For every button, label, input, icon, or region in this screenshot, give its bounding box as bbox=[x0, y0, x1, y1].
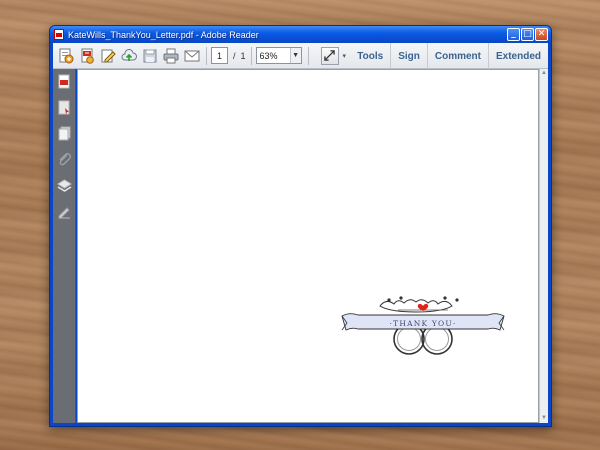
title-bar[interactable]: KateWills_ThankYou_Letter.pdf - Adobe Re… bbox=[50, 26, 551, 43]
signatures-icon[interactable] bbox=[57, 204, 72, 219]
close-icon: ✕ bbox=[537, 29, 546, 39]
cloud-upload-icon[interactable] bbox=[120, 47, 137, 64]
page-number-input[interactable]: 1 bbox=[211, 47, 228, 64]
tools-button[interactable]: Tools bbox=[348, 43, 390, 69]
toolbar-separator bbox=[206, 46, 207, 65]
adobe-pdf-app-icon bbox=[54, 29, 64, 40]
maximize-button[interactable]: □ bbox=[521, 28, 534, 41]
save-icon[interactable] bbox=[141, 47, 158, 64]
minimize-button[interactable]: _ bbox=[507, 28, 520, 41]
chevron-down-icon[interactable]: ▼ bbox=[289, 48, 301, 63]
extended-button[interactable]: Extended bbox=[487, 43, 548, 69]
close-button[interactable]: ✕ bbox=[535, 28, 548, 41]
minimize-icon: _ bbox=[511, 29, 516, 39]
create-pdf-icon[interactable] bbox=[57, 47, 74, 64]
page-separator: / bbox=[233, 50, 236, 61]
print-icon[interactable] bbox=[162, 47, 179, 64]
page-count: / 1 bbox=[233, 51, 246, 61]
toolbar-separator bbox=[250, 46, 252, 65]
window-controls: _ □ ✕ bbox=[507, 28, 548, 41]
vertical-scrollbar[interactable]: ▲ ▼ bbox=[539, 69, 548, 423]
page-total: 1 bbox=[240, 50, 246, 61]
zoom-select[interactable]: 63% ▼ bbox=[255, 47, 302, 64]
zoom-value: 63% bbox=[259, 50, 278, 61]
attachments-icon[interactable] bbox=[57, 152, 72, 167]
edit-pdf-icon[interactable] bbox=[99, 47, 116, 64]
scroll-up-arrow-icon[interactable]: ▲ bbox=[540, 69, 548, 78]
toolbar-separator bbox=[307, 46, 309, 65]
maximize-icon: □ bbox=[523, 29, 532, 39]
window-title: KateWills_ThankYou_Letter.pdf - Adobe Re… bbox=[68, 29, 259, 40]
toolbar: 1 / 1 63% ▼ ▾ Tools Sign Comment Extende… bbox=[53, 43, 548, 69]
copy-pages-icon[interactable] bbox=[57, 126, 72, 141]
bookmarks-icon[interactable] bbox=[57, 100, 72, 115]
sign-button[interactable]: Sign bbox=[390, 43, 427, 69]
adobe-reader-window: KateWills_ThankYou_Letter.pdf - Adobe Re… bbox=[49, 25, 552, 427]
more-tools-chevron-icon[interactable]: ▾ bbox=[343, 52, 347, 60]
page-thumbnails-icon[interactable] bbox=[57, 74, 72, 89]
thank-you-text: ·THANK YOU· bbox=[390, 319, 457, 328]
fit-page-icon bbox=[324, 50, 335, 61]
thank-you-seal-graphic: ·THANK YOU· bbox=[341, 296, 505, 355]
email-icon[interactable] bbox=[183, 47, 200, 64]
task-pane-buttons: Tools Sign Comment Extended bbox=[348, 43, 548, 69]
document-page[interactable]: ·THANK YOU· bbox=[77, 69, 539, 423]
scroll-down-arrow-icon[interactable]: ▼ bbox=[540, 414, 548, 423]
fit-page-button[interactable] bbox=[320, 46, 339, 65]
navigation-pane bbox=[53, 69, 76, 423]
open-pdf-icon[interactable] bbox=[78, 47, 95, 64]
comment-button[interactable]: Comment bbox=[426, 43, 488, 69]
layers-icon[interactable] bbox=[57, 178, 72, 193]
